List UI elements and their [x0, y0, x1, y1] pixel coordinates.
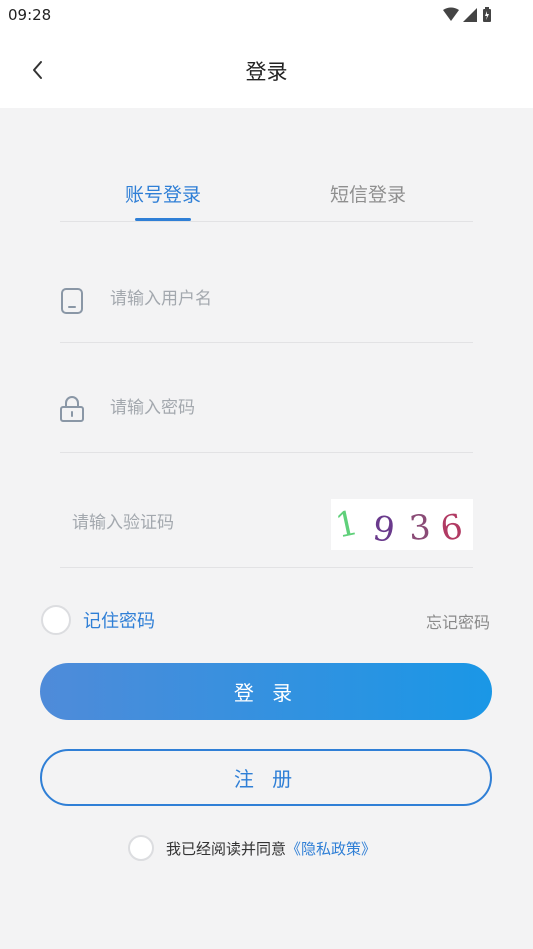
password-field [60, 343, 473, 453]
captcha-image[interactable]: 1 9 3 6 [331, 499, 473, 551]
remember-label: 记住密码 [83, 611, 155, 632]
captcha-digit: 9 [370, 508, 397, 550]
register-button[interactable]: 注 册 [40, 749, 492, 806]
remember-radio[interactable] [41, 605, 71, 635]
status-icons [443, 7, 503, 23]
captcha-digit: 1 [332, 503, 361, 547]
tab-sms-login[interactable]: 短信登录 [308, 180, 428, 207]
username-input[interactable] [110, 284, 410, 314]
wifi-icon [443, 7, 459, 21]
privacy-agreement: 我已经阅读并同意 《隐私政策》 [128, 834, 376, 862]
username-field [60, 262, 473, 343]
captcha-field: 1 9 3 6 [60, 453, 473, 568]
lock-icon [60, 396, 84, 422]
login-button[interactable]: 登 录 [40, 663, 492, 720]
login-tabs: 账号登录 短信登录 [60, 170, 473, 222]
page-title: 登录 [245, 60, 288, 84]
remember-password[interactable]: 记住密码 [41, 603, 155, 637]
captcha-digit: 3 [408, 507, 432, 548]
battery-icon [483, 7, 491, 22]
signal-icon [463, 8, 477, 22]
status-time: 09:28 [8, 6, 52, 24]
password-input[interactable] [110, 393, 410, 423]
agree-radio[interactable] [128, 835, 154, 861]
status-bar: 09:28 [0, 0, 533, 30]
phone-icon [61, 288, 83, 314]
captcha-digit: 6 [438, 507, 466, 550]
forgot-password-link[interactable]: 忘记密码 [426, 609, 490, 633]
active-tab-indicator [135, 218, 191, 221]
agreement-text: 我已经阅读并同意 [166, 839, 287, 858]
tab-account-login[interactable]: 账号登录 [103, 180, 223, 207]
app-header: 登录 [0, 30, 533, 108]
captcha-code: 1 9 3 6 [332, 503, 466, 551]
privacy-policy-link[interactable]: 《隐私政策》 [286, 838, 376, 859]
captcha-input[interactable] [72, 508, 312, 538]
